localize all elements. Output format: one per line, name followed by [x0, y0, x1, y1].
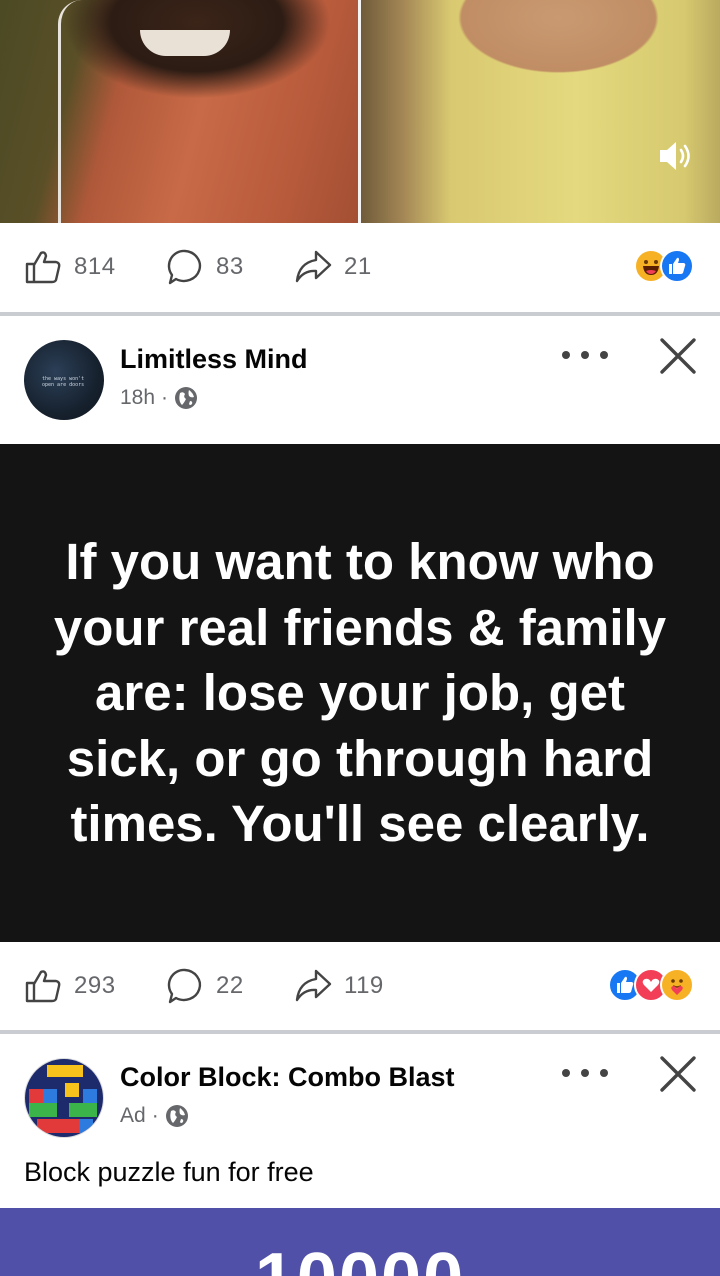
ad-meta: Ad ·	[120, 1104, 189, 1128]
post-quote: If you want to know who your real friend…	[53, 533, 667, 853]
color-block-logo	[25, 1059, 103, 1137]
close-icon[interactable]	[658, 1054, 698, 1094]
ad-label: Ad	[120, 1104, 146, 1127]
post-author[interactable]: Limitless Mind	[120, 344, 308, 375]
like-button[interactable]: 293	[24, 966, 116, 1006]
share-arrow-icon	[295, 250, 332, 283]
more-dots-icon	[562, 351, 570, 359]
share-button[interactable]: 119	[294, 966, 384, 1006]
like-button[interactable]: 814	[24, 247, 116, 287]
post2-action-bar: 293 22 119	[0, 942, 720, 1032]
ad-media[interactable]: 10000	[0, 1208, 720, 1276]
ad-author[interactable]: Color Block: Combo Blast	[120, 1062, 455, 1093]
like-count: 293	[74, 972, 116, 999]
more-dots-icon	[562, 1069, 570, 1077]
ad-image-score: 10000	[0, 1238, 720, 1276]
share-count: 119	[344, 972, 384, 999]
video-participant-right	[361, 0, 720, 223]
share-count: 21	[344, 253, 372, 280]
comment-bubble-icon	[167, 249, 202, 285]
comment-count: 83	[216, 253, 244, 280]
ad-description: Block puzzle fun for free	[24, 1157, 314, 1187]
more-options-button[interactable]	[562, 1058, 608, 1088]
reaction-summary[interactable]	[634, 249, 694, 283]
comment-button[interactable]: 83	[166, 247, 244, 287]
share-arrow-icon	[295, 969, 332, 1002]
avatar-caption: the ways won't open are doors	[42, 376, 85, 388]
video-participant-left	[0, 0, 358, 223]
more-options-button[interactable]	[562, 340, 608, 370]
thumbs-up-icon	[25, 251, 61, 284]
like-count: 814	[74, 253, 116, 280]
avatar[interactable]: the ways won't open are doors	[24, 340, 104, 420]
post-meta: 18h ·	[120, 386, 198, 410]
text-post-body[interactable]: If you want to know who your real friend…	[0, 444, 720, 942]
speaker-icon[interactable]	[656, 138, 696, 174]
video-post-media[interactable]	[0, 0, 720, 223]
globe-icon	[165, 1105, 188, 1127]
close-icon[interactable]	[658, 336, 698, 376]
comment-bubble-icon	[167, 968, 202, 1004]
post-time: 18h	[120, 386, 156, 409]
comment-button[interactable]: 22	[166, 966, 244, 1006]
share-button[interactable]: 21	[294, 247, 372, 287]
care-reaction-icon	[660, 968, 694, 1002]
globe-icon	[175, 387, 198, 409]
comment-count: 22	[216, 972, 244, 999]
reaction-summary[interactable]	[608, 968, 694, 1002]
thumbs-up-icon	[25, 970, 61, 1003]
like-reaction-icon	[660, 249, 694, 283]
post1-action-bar: 814 83 21	[0, 223, 720, 313]
post2-header: the ways won't open are doors Limitless …	[0, 316, 720, 444]
ad-avatar[interactable]	[24, 1058, 104, 1138]
